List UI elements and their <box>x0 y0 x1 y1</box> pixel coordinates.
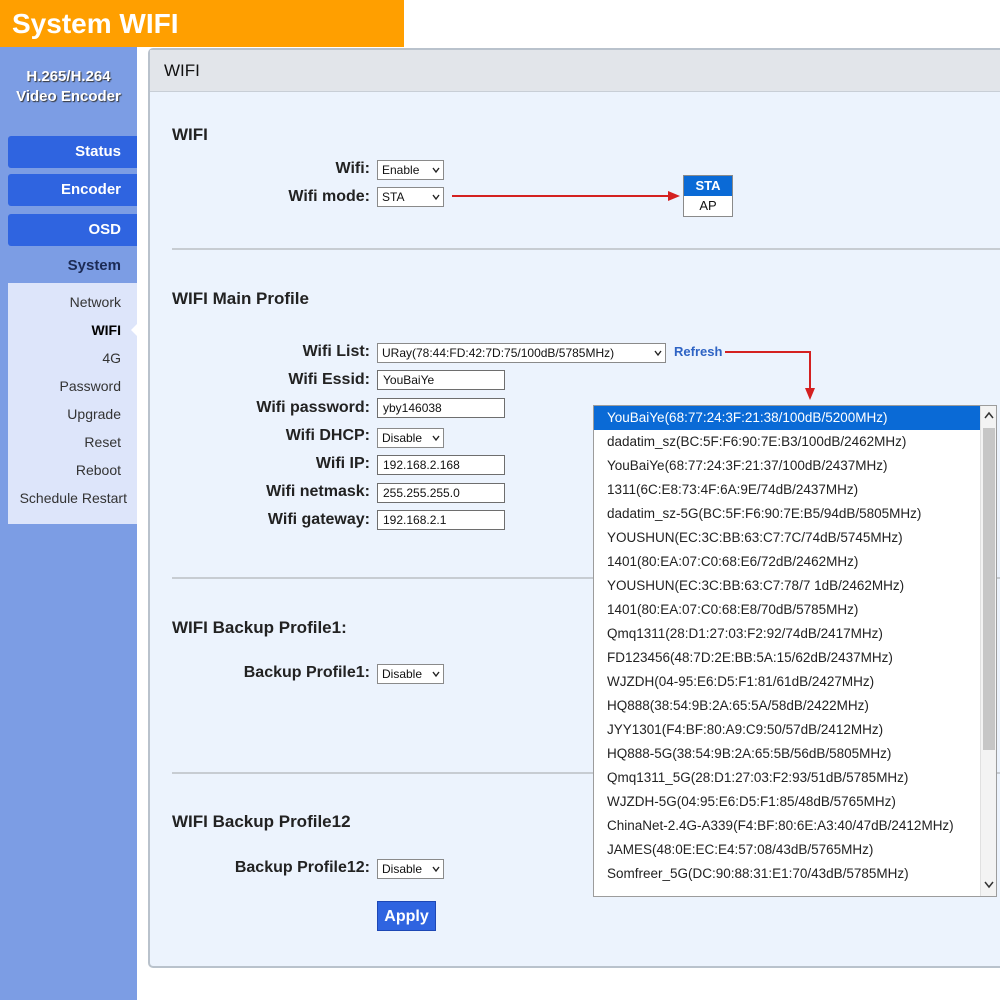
backup1-value: Disable <box>382 667 423 681</box>
backup12-label: Backup Profile12: <box>234 859 370 876</box>
nav-system-label[interactable]: System <box>8 250 137 282</box>
backup12-select[interactable]: Disable <box>377 859 444 879</box>
backup1-section-title: WIFI Backup Profile1: <box>172 618 347 637</box>
page-banner-title: System WIFI <box>0 0 404 47</box>
wifi-mode-value: STA <box>382 190 405 204</box>
mode-option-ap[interactable]: AP <box>684 196 732 216</box>
wifi-list-option[interactable]: YOUSHUN(EC:3C:BB:63:C7:7C/74dB/5745MHz) <box>594 526 980 550</box>
wifi-list-label: Wifi List: <box>302 343 370 360</box>
section-divider <box>172 248 1000 250</box>
chevron-down-icon <box>432 866 440 873</box>
wifi-list-select[interactable]: URay(78:44:FD:42:7D:75/100dB/5785MHz) <box>377 343 666 363</box>
wifi-list-option[interactable]: FD123456(48:7D:2E:BB:5A:15/62dB/2437MHz) <box>594 646 980 670</box>
nav-encoder-button[interactable]: Encoder <box>8 174 137 206</box>
page-root: System WIFI H.265/H.264 Video Encoder St… <box>0 0 1000 1000</box>
wifi-list-option[interactable]: HQ888-5G(38:54:9B:2A:65:5B/56dB/5805MHz) <box>594 742 980 766</box>
main-profile-section-title: WIFI Main Profile <box>172 289 309 308</box>
wifi-list-option[interactable]: JYY1301(F4:BF:80:A9:C9:50/57dB/2412MHz) <box>594 718 980 742</box>
backup1-select[interactable]: Disable <box>377 664 444 684</box>
wifi-password-input[interactable]: yby146038 <box>377 398 505 418</box>
wifi-dhcp-select[interactable]: Disable <box>377 428 444 448</box>
wifi-essid-input[interactable]: YouBaiYe <box>377 370 505 390</box>
wifi-list-option[interactable]: Qmq1311(28:D1:27:03:F2:92/74dB/2417MHz) <box>594 622 980 646</box>
subnav-upgrade[interactable]: Upgrade <box>67 405 121 423</box>
subnav-reboot[interactable]: Reboot <box>76 461 121 479</box>
backup12-value: Disable <box>382 862 423 876</box>
wifi-password-label: Wifi password: <box>256 399 370 416</box>
wifi-list-option[interactable]: 1311(6C:E8:73:4F:6A:9E/74dB/2437MHz) <box>594 478 980 502</box>
chevron-down-icon <box>432 194 440 201</box>
subnav-password[interactable]: Password <box>60 377 121 395</box>
wifi-list-scroll-thumb[interactable] <box>983 428 995 750</box>
chevron-down-icon <box>432 671 440 678</box>
wifi-list-option[interactable]: YouBaiYe(68:77:24:3F:21:38/100dB/5200MHz… <box>594 406 980 430</box>
wifi-list-option[interactable]: dadatim_sz-5G(BC:5F:F6:90:7E:B5/94dB/580… <box>594 502 980 526</box>
wifi-ip-input[interactable]: 192.168.2.168 <box>377 455 505 475</box>
wifi-mode-label: Wifi mode: <box>288 188 370 205</box>
scroll-up-icon[interactable] <box>983 410 995 422</box>
wifi-list-option[interactable]: Somfreer_5G(DC:90:88:31:E1:70/43dB/5785M… <box>594 862 980 886</box>
wifi-enable-value: Enable <box>382 163 420 177</box>
backup12-section-title: WIFI Backup Profile12 <box>172 812 351 831</box>
subnav-4g[interactable]: 4G <box>102 349 121 367</box>
wifi-list-option[interactable]: 1401(80:EA:07:C0:68:E6/72dB/2462MHz) <box>594 550 980 574</box>
wifi-mode-select[interactable]: STA <box>377 187 444 207</box>
wifi-dhcp-label: Wifi DHCP: <box>285 427 370 444</box>
wifi-dhcp-value: Disable <box>382 431 423 445</box>
wifi-list-dropdown[interactable]: Somfreer_5G(DC:90:88:31:E1:70/43dB/5785M… <box>593 405 997 897</box>
brand-line-1: H.265/H.264 <box>26 68 111 85</box>
active-indicator-icon <box>131 323 138 337</box>
mode-option-sta[interactable]: STA <box>684 176 732 196</box>
wifi-enable-label: Wifi: <box>335 160 370 177</box>
scroll-down-icon[interactable] <box>983 878 995 890</box>
wifi-gateway-input[interactable]: 192.168.2.1 <box>377 510 505 530</box>
panel-header-title: WIFI <box>150 50 1000 92</box>
wifi-list-option[interactable]: ChinaNet-2.4G-A339(F4:BF:80:6E:A3:40/47d… <box>594 814 980 838</box>
brand-logo-text: H.265/H.264 Video Encoder <box>0 67 137 107</box>
wifi-list-value: URay(78:44:FD:42:7D:75/100dB/5785MHz) <box>382 346 615 360</box>
nav-status-button[interactable]: Status <box>8 136 137 168</box>
wifi-list-option[interactable]: YOUSHUN(EC:3C:BB:63:C7:78/7 1dB/2462MHz) <box>594 574 980 598</box>
refresh-link[interactable]: Refresh <box>674 344 722 359</box>
chevron-down-icon <box>432 167 440 174</box>
sidebar: H.265/H.264 Video Encoder Status Encoder… <box>0 47 138 1000</box>
wifi-list-option[interactable]: JAMES(48:0E:EC:E4:57:08/43dB/5765MHz) <box>594 838 980 862</box>
chevron-down-icon <box>654 350 662 357</box>
wifi-mode-options-popup: STA AP <box>683 175 733 217</box>
subnav-wifi[interactable]: WIFI <box>91 321 121 339</box>
wifi-netmask-input[interactable]: 255.255.255.0 <box>377 483 505 503</box>
backup1-label: Backup Profile1: <box>243 664 370 681</box>
wifi-gateway-label: Wifi gateway: <box>267 511 370 528</box>
system-subnav: Network WIFI 4G Password Upgrade Reset R… <box>8 283 138 524</box>
wifi-ip-label: Wifi IP: <box>315 455 370 472</box>
wifi-list-option[interactable]: HQ888(38:54:9B:2A:65:5A/58dB/2422MHz) <box>594 694 980 718</box>
wifi-netmask-label: Wifi netmask: <box>266 483 370 500</box>
wifi-list-scrollbar[interactable] <box>980 406 996 896</box>
wifi-list-option[interactable]: WJZDH(04-95:E6:D5:F1:81/61dB/2427MHz) <box>594 670 980 694</box>
wifi-list-option[interactable]: Qmq1311_5G(28:D1:27:03:F2:93/51dB/5785MH… <box>594 766 980 790</box>
wifi-list-option[interactable]: WJZDH-5G(04:95:E6:D5:F1:85/48dB/5765MHz) <box>594 790 980 814</box>
subnav-schedule-restart[interactable]: Schedule Restart <box>20 489 127 507</box>
wifi-enable-select[interactable]: Enable <box>377 160 444 180</box>
subnav-reset[interactable]: Reset <box>84 433 121 451</box>
wifi-section-title: WIFI <box>172 125 208 144</box>
wifi-list-option[interactable]: dadatim_sz(BC:5F:F6:90:7E:B3/100dB/2462M… <box>594 430 980 454</box>
wifi-list-option[interactable]: YouBaiYe(68:77:24:3F:21:37/100dB/2437MHz… <box>594 454 980 478</box>
subnav-network[interactable]: Network <box>70 293 121 311</box>
apply-button[interactable]: Apply <box>377 901 436 931</box>
wifi-essid-label: Wifi Essid: <box>288 371 370 388</box>
wifi-list-option[interactable]: 1401(80:EA:07:C0:68:E8/70dB/5785MHz) <box>594 598 980 622</box>
chevron-down-icon <box>432 435 440 442</box>
brand-line-2: Video Encoder <box>16 88 121 105</box>
nav-osd-button[interactable]: OSD <box>8 214 137 246</box>
